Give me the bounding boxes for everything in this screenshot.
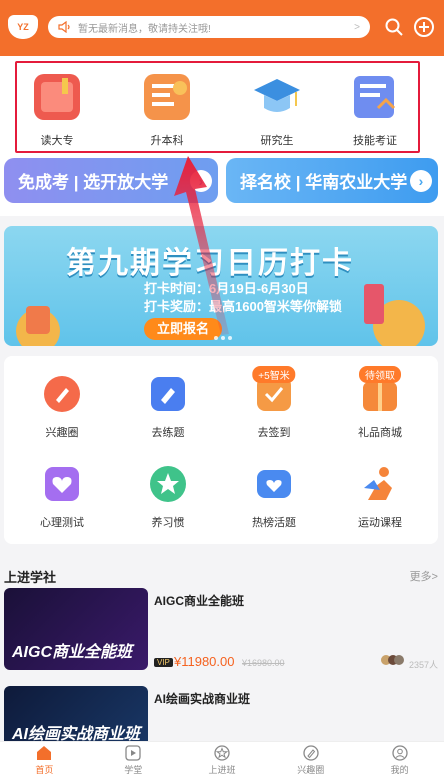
grid-item-checkin[interactable]: +5智米 去签到 — [224, 366, 324, 440]
enroll-count: 2357人 — [408, 660, 438, 670]
tab-interest[interactable]: 兴趣圈 — [266, 742, 355, 778]
tab-mine[interactable]: 我的 — [355, 742, 444, 778]
decoration-cup-icon — [16, 306, 60, 346]
tab-label: 兴趣圈 — [297, 765, 325, 775]
grid-label: 养习惯 — [151, 517, 185, 529]
promo-line-reward: 打卡奖励：最高1600智米等你解锁 — [144, 299, 342, 314]
tab-class[interactable]: 上进班 — [178, 742, 267, 778]
claim-badge: 待领取 — [359, 366, 401, 383]
section-title: 上进学社 — [4, 570, 57, 585]
grid-label: 去签到 — [257, 427, 291, 439]
app-logo[interactable]: YZ — [8, 15, 38, 39]
course-thumbnail: AIGC商业全能班 — [4, 588, 148, 670]
chevron-right-icon: › — [190, 170, 212, 192]
open-university-banner[interactable]: 免成考 | 选开放大学 › — [4, 158, 218, 203]
play-icon — [125, 745, 141, 761]
grid-item-gift-mall[interactable]: 待领取 礼品商城 — [330, 366, 430, 440]
course-name: AIGC商业全能班 — [154, 594, 245, 608]
course-card[interactable]: AIGC商业全能班 AIGC商业全能班 VIP ¥11980.00 ¥16980… — [4, 588, 438, 670]
promo-title: 第九期学习日历打卡 — [66, 247, 354, 280]
edit-icon — [151, 377, 185, 411]
decoration-cup-icon — [364, 284, 425, 346]
grid-label: 兴趣圈 — [45, 427, 79, 439]
highlight-box — [15, 61, 420, 153]
school-select-banner[interactable]: 择名校 | 华南农业大学 › — [226, 158, 438, 203]
home-icon — [37, 746, 52, 760]
thumbnail-text: AIGC商业全能班 — [12, 644, 133, 661]
runner-icon — [364, 467, 392, 500]
course-name: AI绘画实战商业班 — [154, 692, 251, 706]
chevron-right-icon: › — [410, 170, 432, 192]
thumbnail-text: AI绘画实战商业班 — [12, 726, 141, 741]
grid-label: 去练题 — [151, 427, 185, 439]
star-badge-icon — [214, 745, 230, 761]
grid-item-habits[interactable]: 养习惯 — [118, 464, 218, 530]
pencil-icon — [303, 745, 319, 761]
heart-icon — [45, 467, 79, 501]
promo-banner[interactable]: 第九期学习日历打卡 打卡时间：6月19日-6月30日 打卡奖励：最高1600智米… — [4, 226, 438, 346]
tab-label: 我的 — [390, 765, 409, 775]
grid-item-sports[interactable]: 运动课程 — [330, 464, 430, 530]
feature-grid: 兴趣圈 去练题 +5智米 去签到 待领取 礼品商城 心理测试 养习惯 热榜活题 … — [4, 356, 438, 544]
banner-label: 免成考 | 选开放大学 — [18, 173, 169, 192]
top-header: YZ 暂无最新消息，敬请持关注哦! > — [0, 0, 444, 56]
search-icon[interactable] — [383, 16, 405, 38]
logo-text: YZ — [17, 22, 29, 32]
grid-item-hot-topics[interactable]: 热榜活题 — [224, 464, 324, 530]
grid-item-interest[interactable]: 兴趣圈 — [12, 374, 112, 440]
original-price: ¥16980.00 — [242, 658, 285, 668]
vip-badge: VIP — [154, 658, 173, 667]
more-link[interactable]: 更多> — [410, 568, 438, 584]
grid-label: 运动课程 — [358, 517, 402, 529]
gift-icon-wrap: 待领取 — [359, 366, 401, 414]
promo-line-time: 打卡时间：6月19日-6月30日 — [144, 281, 309, 296]
heart-card-icon — [257, 470, 291, 498]
star-icon — [150, 466, 186, 502]
signup-button[interactable]: 立即报名 — [144, 318, 222, 340]
grid-label: 心理测试 — [40, 517, 84, 529]
banner-label: 择名校 | 华南农业大学 — [240, 173, 408, 192]
bottom-nav: 首页 学堂 上进班 兴趣圈 我的 — [0, 741, 444, 778]
course-thumbnail: AI绘画实战商业班 — [4, 686, 148, 741]
notice-text: 暂无最新消息，敬请持关注哦! — [78, 23, 211, 35]
speaker-icon — [58, 21, 70, 33]
grid-item-psych-test[interactable]: 心理测试 — [12, 464, 112, 530]
avatar-group-icon — [381, 655, 404, 665]
tab-home[interactable]: 首页 — [0, 742, 89, 778]
grid-item-practice[interactable]: 去练题 — [118, 374, 218, 440]
user-icon — [391, 745, 408, 761]
carousel-dots — [214, 336, 232, 340]
grid-label: 热榜活题 — [252, 517, 296, 529]
tab-label: 上进班 — [208, 765, 236, 775]
add-icon[interactable] — [413, 16, 435, 38]
notice-arrow: > — [354, 21, 360, 33]
reward-badge: +5智米 — [252, 366, 296, 383]
tab-label: 首页 — [35, 765, 54, 775]
notice-bar[interactable]: 暂无最新消息，敬请持关注哦! > — [48, 16, 370, 38]
pen-icon — [44, 376, 80, 412]
tab-label: 学堂 — [124, 765, 143, 775]
tab-school[interactable]: 学堂 — [89, 742, 178, 778]
grid-label: 礼品商城 — [358, 427, 402, 439]
check-icon-wrap: +5智米 — [252, 366, 296, 414]
course-price: ¥11980.00 — [174, 654, 235, 669]
course-card[interactable]: AI绘画实战商业班 AI绘画实战商业班 — [4, 686, 438, 741]
